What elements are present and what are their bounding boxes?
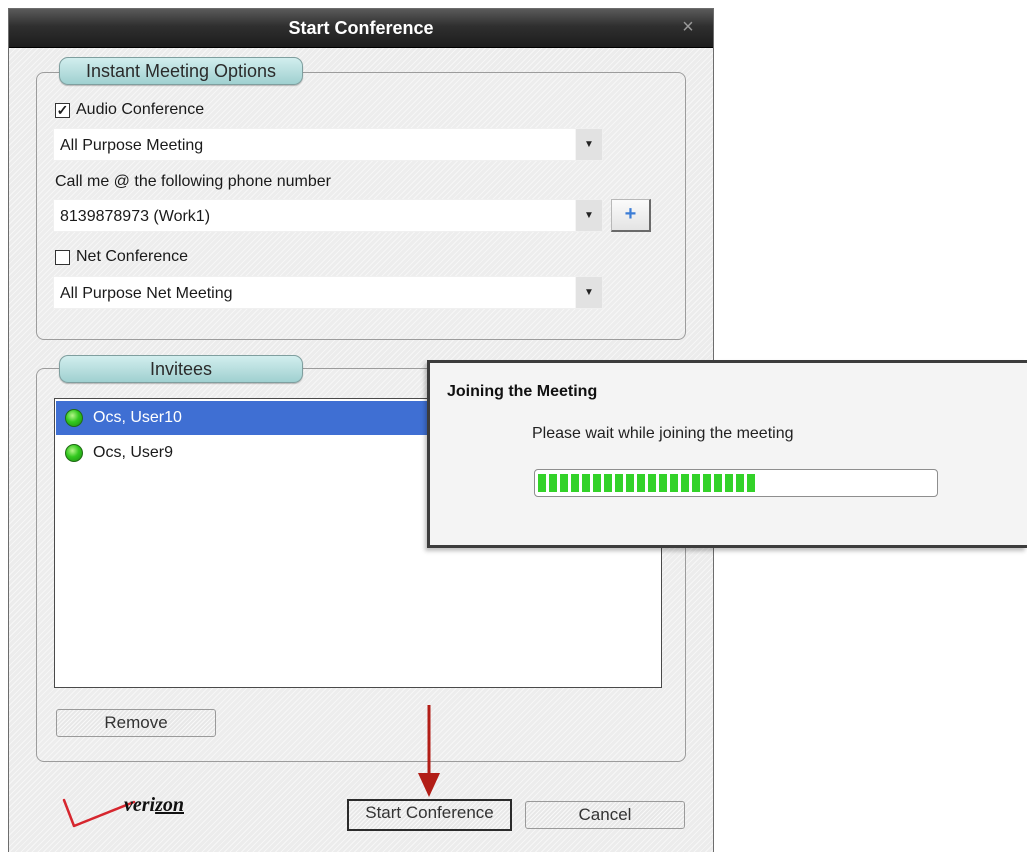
verizon-logo: verizon <box>56 790 226 840</box>
phone-number-value: 8139878973 (Work1) <box>60 208 211 225</box>
chevron-down-icon[interactable]: ▼ <box>575 277 602 308</box>
joining-progress-bar <box>534 469 938 497</box>
chevron-down-icon[interactable]: ▼ <box>575 129 602 160</box>
start-conference-button[interactable]: Start Conference <box>347 799 512 831</box>
cancel-button[interactable]: Cancel <box>525 801 685 829</box>
net-meeting-type-value: All Purpose Net Meeting <box>60 285 233 302</box>
invitees-legend: Invitees <box>59 355 303 383</box>
audio-conference-check-icon: ✓ <box>55 101 70 118</box>
net-meeting-type-select[interactable]: All Purpose Net Meeting ▼ <box>53 276 603 309</box>
invitee-name: Ocs, User10 <box>93 409 182 426</box>
call-me-label: Call me @ the following phone number <box>55 173 331 190</box>
title-bar: Start Conference × <box>9 9 713 48</box>
instant-meeting-options-legend: Instant Meeting Options <box>59 57 303 85</box>
add-phone-button[interactable]: + <box>611 199 651 232</box>
annotation-arrow-icon <box>418 705 440 797</box>
audio-conference-label: Audio Conference <box>76 101 205 118</box>
joining-dialog-title: Joining the Meeting <box>447 383 598 400</box>
chevron-down-icon[interactable]: ▼ <box>575 200 602 231</box>
phone-number-select[interactable]: 8139878973 (Work1) ▼ <box>53 199 603 232</box>
invitee-name: Ocs, User9 <box>93 444 174 461</box>
close-icon[interactable]: × <box>677 16 699 38</box>
net-conference-label: Net Conference <box>76 248 189 265</box>
joining-meeting-dialog: Joining the Meeting Please wait while jo… <box>427 360 1027 548</box>
presence-online-icon <box>65 444 83 462</box>
window-title: Start Conference <box>288 18 434 38</box>
joining-dialog-message: Please wait while joining the meeting <box>532 425 794 442</box>
audio-meeting-type-select[interactable]: All Purpose Meeting ▼ <box>53 128 603 161</box>
net-conference-checkbox[interactable]: Net Conference <box>55 248 188 266</box>
net-conference-check-icon <box>55 249 70 265</box>
joining-progress-fill <box>538 474 756 492</box>
logo-text-a: veri <box>124 794 156 816</box>
logo-text-b: zon <box>155 794 184 816</box>
audio-conference-checkbox[interactable]: ✓ Audio Conference <box>55 101 204 119</box>
logo-wordmark: verizon <box>124 794 184 817</box>
presence-online-icon <box>65 409 83 427</box>
remove-button[interactable]: Remove <box>56 709 216 737</box>
audio-meeting-type-value: All Purpose Meeting <box>60 137 204 154</box>
